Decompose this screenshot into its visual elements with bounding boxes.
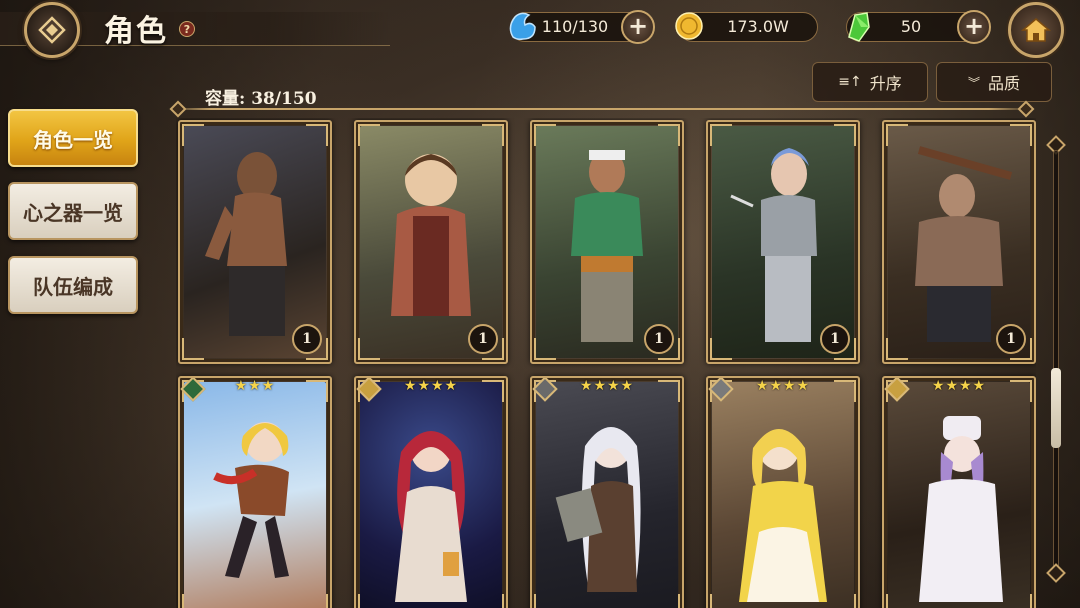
nav-team-formation[interactable]: 队伍编成 — [8, 256, 138, 314]
divider — [168, 108, 1032, 110]
frame-corner — [1010, 594, 1032, 608]
frame-corner — [182, 594, 204, 608]
stamina-value: 110/130 — [541, 17, 609, 36]
water-drop-icon — [509, 12, 536, 40]
boy-figure-icon — [391, 154, 471, 316]
gem-value: 50 — [900, 17, 922, 36]
capacity-label: 容量: 38/150 — [205, 89, 317, 109]
character-card[interactable]: ★★★★ — [354, 376, 508, 608]
add-gems-button[interactable]: + — [957, 10, 991, 44]
frame-corner — [834, 380, 856, 402]
diamond-back-icon — [38, 16, 66, 44]
rarity-stars: ★★★★ — [755, 378, 811, 394]
back-button[interactable] — [24, 2, 80, 58]
level-badge: 1 — [468, 324, 498, 354]
frame-corner — [1010, 124, 1032, 146]
green-gem-icon — [848, 12, 870, 42]
redhead-lantern-figure-icon — [395, 431, 467, 602]
frame-corner — [358, 338, 380, 360]
frame-corner — [710, 124, 732, 146]
character-card[interactable]: 1 — [178, 120, 332, 364]
sort-quality-button[interactable]: ︾ 品质 — [936, 62, 1052, 102]
character-card[interactable]: ★★★★ — [706, 376, 860, 608]
top-bar: 角色 ? 110/130 + 173.0W 50 + — [0, 0, 1080, 58]
frame-corner — [482, 594, 504, 608]
yellow-dress-girl-figure-icon — [739, 429, 827, 602]
chevron-down-icon: ︾ — [967, 75, 980, 90]
help-icon[interactable]: ? — [179, 21, 195, 37]
silver-hair-girl-figure-icon — [555, 427, 641, 592]
frame-corner — [710, 594, 732, 608]
character-card[interactable]: ★★★★ — [530, 376, 684, 608]
frame-corner — [306, 380, 328, 402]
card-art — [712, 382, 854, 608]
rarity-stars: ★★★ — [234, 378, 276, 394]
frame-corner — [358, 124, 380, 146]
gem-counter: 50 + — [846, 10, 991, 44]
gold-counter: 173.0W — [675, 12, 818, 42]
stamina-counter: 110/130 + — [509, 10, 655, 44]
frame-corner — [482, 124, 504, 146]
character-card[interactable]: 1 — [354, 120, 508, 364]
frame-corner — [658, 380, 680, 402]
page-title: 角色 — [104, 14, 168, 49]
brute-figure-icon — [915, 146, 1013, 342]
frame-corner — [182, 338, 204, 360]
rarity-stars: ★★★★ — [403, 378, 459, 394]
character-card[interactable]: 1 — [530, 120, 684, 364]
home-icon — [1021, 18, 1051, 42]
frame-corner — [358, 594, 380, 608]
blonde-girl-figure-icon — [213, 422, 289, 578]
scrollbar-thumb[interactable] — [1051, 368, 1061, 448]
minotaur-figure-icon — [205, 152, 287, 336]
frame-corner — [534, 594, 556, 608]
sort-order-label: 升序 — [869, 74, 902, 93]
frame-corner — [306, 594, 328, 608]
level-badge: 1 — [292, 324, 322, 354]
scrollbar-track[interactable] — [1053, 150, 1059, 570]
frame-corner — [834, 594, 856, 608]
card-art — [888, 382, 1030, 608]
white-hat-girl-figure-icon — [919, 416, 1003, 602]
knife-thug-figure-icon — [730, 148, 817, 342]
frame-corner — [886, 338, 908, 360]
character-card[interactable]: ★★★★ — [882, 376, 1036, 608]
frame-corner — [658, 594, 680, 608]
character-card[interactable]: ★★★ — [178, 376, 332, 608]
character-card[interactable]: 1 — [706, 120, 860, 364]
frame-corner — [886, 124, 908, 146]
frame-corner — [534, 338, 556, 360]
level-badge: 1 — [996, 324, 1026, 354]
sort-icon: ≡↑ — [838, 74, 862, 90]
frame-corner — [886, 594, 908, 608]
frame-corner — [534, 124, 556, 146]
rarity-stars: ★★★★ — [579, 378, 635, 394]
character-card[interactable]: 1 — [882, 120, 1036, 364]
nav-character-list[interactable]: 角色一览 — [8, 109, 138, 167]
frame-corner — [658, 124, 680, 146]
frame-corner — [1010, 380, 1032, 402]
frame-corner — [182, 124, 204, 146]
coin-icon — [675, 12, 703, 40]
bandit-figure-icon — [571, 150, 643, 342]
sort-quality-label: 品质 — [988, 74, 1021, 93]
frame-corner — [482, 380, 504, 402]
character-grid: 1 1 1 1 1 ★★★ ★★★★ ★★★★ ★★★★ ★★★★ — [176, 118, 1036, 608]
rarity-stars: ★★★★ — [931, 378, 987, 394]
level-badge: 1 — [644, 324, 674, 354]
frame-corner — [834, 124, 856, 146]
home-button[interactable] — [1008, 2, 1064, 58]
gold-value: 173.0W — [727, 17, 789, 36]
add-stamina-button[interactable]: + — [621, 10, 655, 44]
nav-heart-vessel-list[interactable]: 心之器一览 — [8, 182, 138, 240]
sort-order-button[interactable]: ≡↑ 升序 — [812, 62, 928, 102]
card-art — [360, 382, 502, 608]
card-art — [184, 382, 326, 608]
card-art — [536, 382, 678, 608]
frame-corner — [710, 338, 732, 360]
level-badge: 1 — [820, 324, 850, 354]
frame-corner — [306, 124, 328, 146]
